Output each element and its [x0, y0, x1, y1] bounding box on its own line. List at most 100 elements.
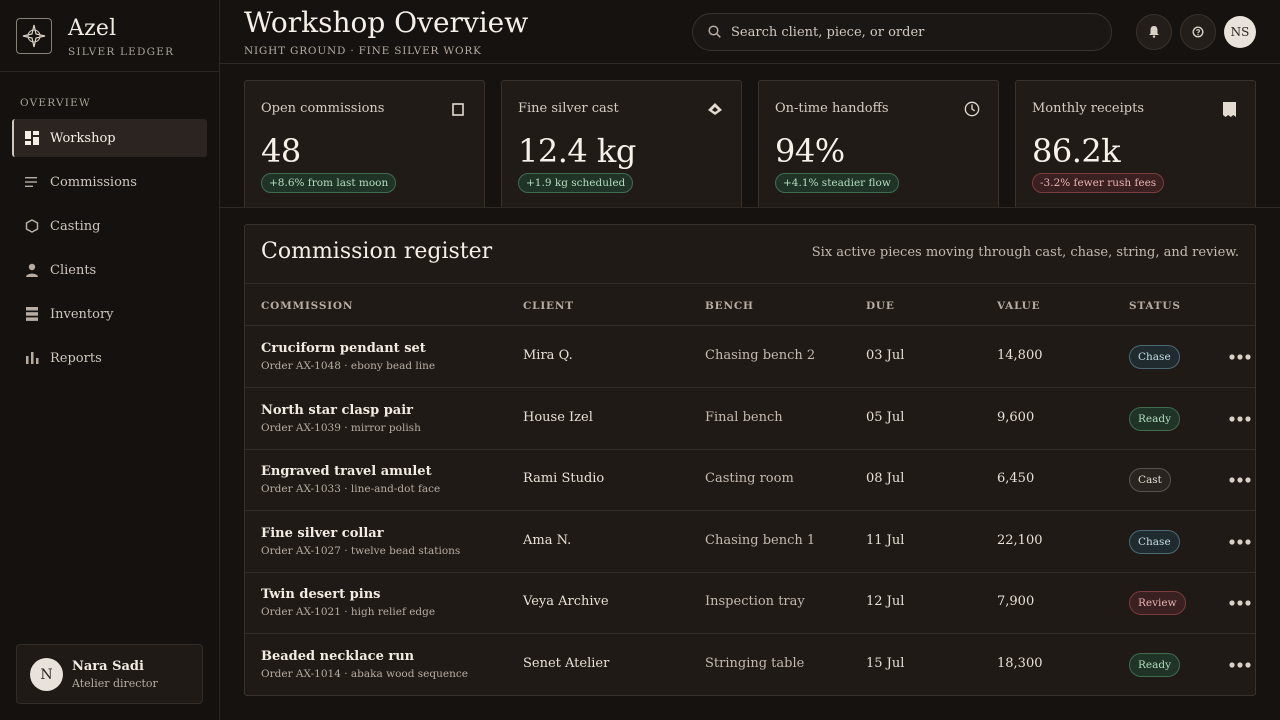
sidebar-item-inventory[interactable]: Inventory: [12, 295, 207, 333]
column-header-status[interactable]: STATUS: [1129, 300, 1181, 312]
table-row[interactable]: Fine silver collar Order AX-1027 · twelve…: [245, 511, 1255, 573]
status-badge: Chase: [1129, 345, 1180, 369]
page-subtitle: NIGHT GROUND · FINE SILVER WORK: [244, 45, 482, 57]
order-detail: Order AX-1014 · abaka wood sequence: [261, 668, 468, 680]
table-row[interactable]: North star clasp pair Order AX-1039 · mir…: [245, 388, 1255, 450]
row-more-button[interactable]: [1229, 593, 1255, 613]
row-more-button[interactable]: [1229, 470, 1255, 490]
sidebar-item-label: Workshop: [50, 130, 116, 146]
sidebar-item-label: Casting: [50, 218, 101, 234]
order-detail: Order AX-1033 · line-and-dot face: [261, 483, 441, 496]
bench-cell: Chasing bench 1: [705, 532, 816, 548]
user-role: Atelier director: [72, 677, 158, 690]
search-icon: [708, 23, 721, 42]
commission-name: North star clasp pair: [261, 402, 414, 418]
column-header-commission[interactable]: COMMISSION: [261, 300, 353, 312]
notifications-button[interactable]: [1136, 14, 1172, 50]
commission-name: Cruciform pendant set: [261, 341, 426, 356]
sidebar-item-label: Clients: [50, 262, 97, 278]
stat-label: Open commissions: [261, 101, 385, 116]
row-more-button[interactable]: [1229, 532, 1255, 552]
sidebar-item-label: Commissions: [50, 174, 137, 190]
search-input[interactable]: [731, 24, 1091, 40]
brand-name: Azel: [68, 16, 117, 41]
client-cell: Ama N.: [523, 532, 572, 548]
stat-card-open-commissions: Open commissions 48 +8.6% from last moon: [244, 80, 485, 208]
help-button[interactable]: [1180, 14, 1216, 50]
star-logo-icon: [16, 18, 52, 54]
value-cell: 6,450: [997, 471, 1035, 487]
more-dots-icon: [1229, 600, 1251, 606]
sidebar-item-clients[interactable]: Clients: [12, 251, 207, 289]
status-badge: Ready: [1129, 653, 1181, 677]
stat-card-on-time-handoffs: On-time handoffs 94% +4.1% steadier flow: [758, 80, 999, 208]
column-header-bench[interactable]: BENCH: [705, 300, 754, 312]
order-detail: Order AX-1048 · ebony bead line: [261, 360, 436, 372]
person-icon: [25, 263, 39, 277]
avatar: N: [30, 658, 63, 691]
table-row[interactable]: Engraved travel amulet Order AX-1033 · li…: [245, 449, 1255, 512]
due-cell: 08 Jul: [866, 471, 905, 487]
nav-section-label: OVERVIEW: [20, 97, 91, 109]
sidebar-item-commissions[interactable]: Commissions: [12, 163, 207, 201]
more-dots-icon: [1229, 477, 1251, 483]
table-header: COMMISSION CLIENT BENCH DUE VALUE STATUS: [245, 283, 1255, 326]
stat-delta-badge: +4.1% steadier flow: [775, 173, 899, 193]
brand-subtitle: SILVER LEDGER: [68, 46, 175, 58]
sidebar-item-label: Reports: [50, 350, 102, 366]
stat-delta-badge: +8.6% from last moon: [261, 173, 397, 193]
register-description: Six active pieces moving through cast, c…: [811, 245, 1239, 260]
bench-cell: Chasing bench 2: [705, 348, 816, 363]
stat-card-monthly-receipts: Monthly receipts 86.2k -3.2% fewer rush …: [1015, 80, 1256, 208]
sidebar-item-reports[interactable]: Reports: [12, 339, 207, 377]
value-cell: 7,900: [997, 594, 1035, 610]
stat-label: Monthly receipts: [1032, 101, 1144, 116]
hexagon-icon: [25, 219, 39, 233]
table-row[interactable]: Twin desert pins Order AX-1021 · high rel…: [245, 572, 1255, 635]
commission-name: Beaded necklace run: [261, 649, 415, 664]
square-icon: [450, 101, 466, 117]
client-cell: House Izel: [523, 409, 593, 425]
value-cell: 9,600: [997, 409, 1035, 425]
stat-label: Fine silver cast: [518, 101, 619, 116]
value-cell: 22,100: [997, 532, 1043, 548]
row-more-button[interactable]: [1229, 655, 1255, 675]
receipt-icon: [1221, 101, 1237, 117]
table-row[interactable]: Beaded necklace run Order AX-1014 · abaka…: [245, 634, 1255, 695]
column-header-due[interactable]: DUE: [866, 300, 895, 312]
stat-value: 48: [261, 132, 301, 170]
profile-avatar-button[interactable]: NS: [1224, 16, 1256, 48]
bench-cell: Casting room: [705, 471, 794, 487]
status-badge: Cast: [1129, 468, 1171, 493]
more-dots-icon: [1229, 662, 1251, 668]
header: Workshop Overview NIGHT GROUND · FINE SI…: [220, 0, 1280, 64]
row-more-button[interactable]: [1229, 347, 1255, 367]
more-dots-icon: [1229, 354, 1251, 360]
sidebar: Azel SILVER LEDGER OVERVIEW Workshop Com…: [0, 0, 220, 720]
table-row[interactable]: Cruciform pendant set Order AX-1048 · ebo…: [245, 326, 1255, 388]
page-title: Workshop Overview: [244, 6, 529, 39]
stat-value: 86.2k: [1032, 132, 1121, 170]
commission-register: Commission register Six active pieces mo…: [244, 224, 1256, 696]
stat-delta-badge: -3.2% fewer rush fees: [1032, 173, 1165, 193]
sidebar-item-casting[interactable]: Casting: [12, 207, 207, 245]
column-header-client[interactable]: CLIENT: [523, 300, 574, 312]
sidebar-item-workshop[interactable]: Workshop: [12, 119, 207, 157]
status-badge: Ready: [1129, 406, 1181, 431]
value-cell: 18,300: [997, 656, 1043, 671]
column-header-value[interactable]: VALUE: [997, 300, 1040, 312]
stat-value: 94%: [775, 132, 845, 170]
row-more-button[interactable]: [1229, 409, 1255, 429]
search-bar[interactable]: [692, 13, 1112, 51]
commission-name: Engraved travel amulet: [261, 464, 432, 480]
due-cell: 12 Jul: [866, 594, 905, 610]
commission-name: Twin desert pins: [261, 587, 381, 603]
due-cell: 15 Jul: [866, 656, 905, 671]
user-card[interactable]: N Nara Sadi Atelier director: [16, 644, 203, 704]
stack-icon: [25, 307, 39, 321]
list-icon: [25, 175, 39, 189]
stat-delta-badge: +1.9 kg scheduled: [518, 173, 634, 193]
value-cell: 14,800: [997, 348, 1043, 363]
more-dots-icon: [1229, 539, 1251, 545]
divider: [220, 207, 1280, 208]
